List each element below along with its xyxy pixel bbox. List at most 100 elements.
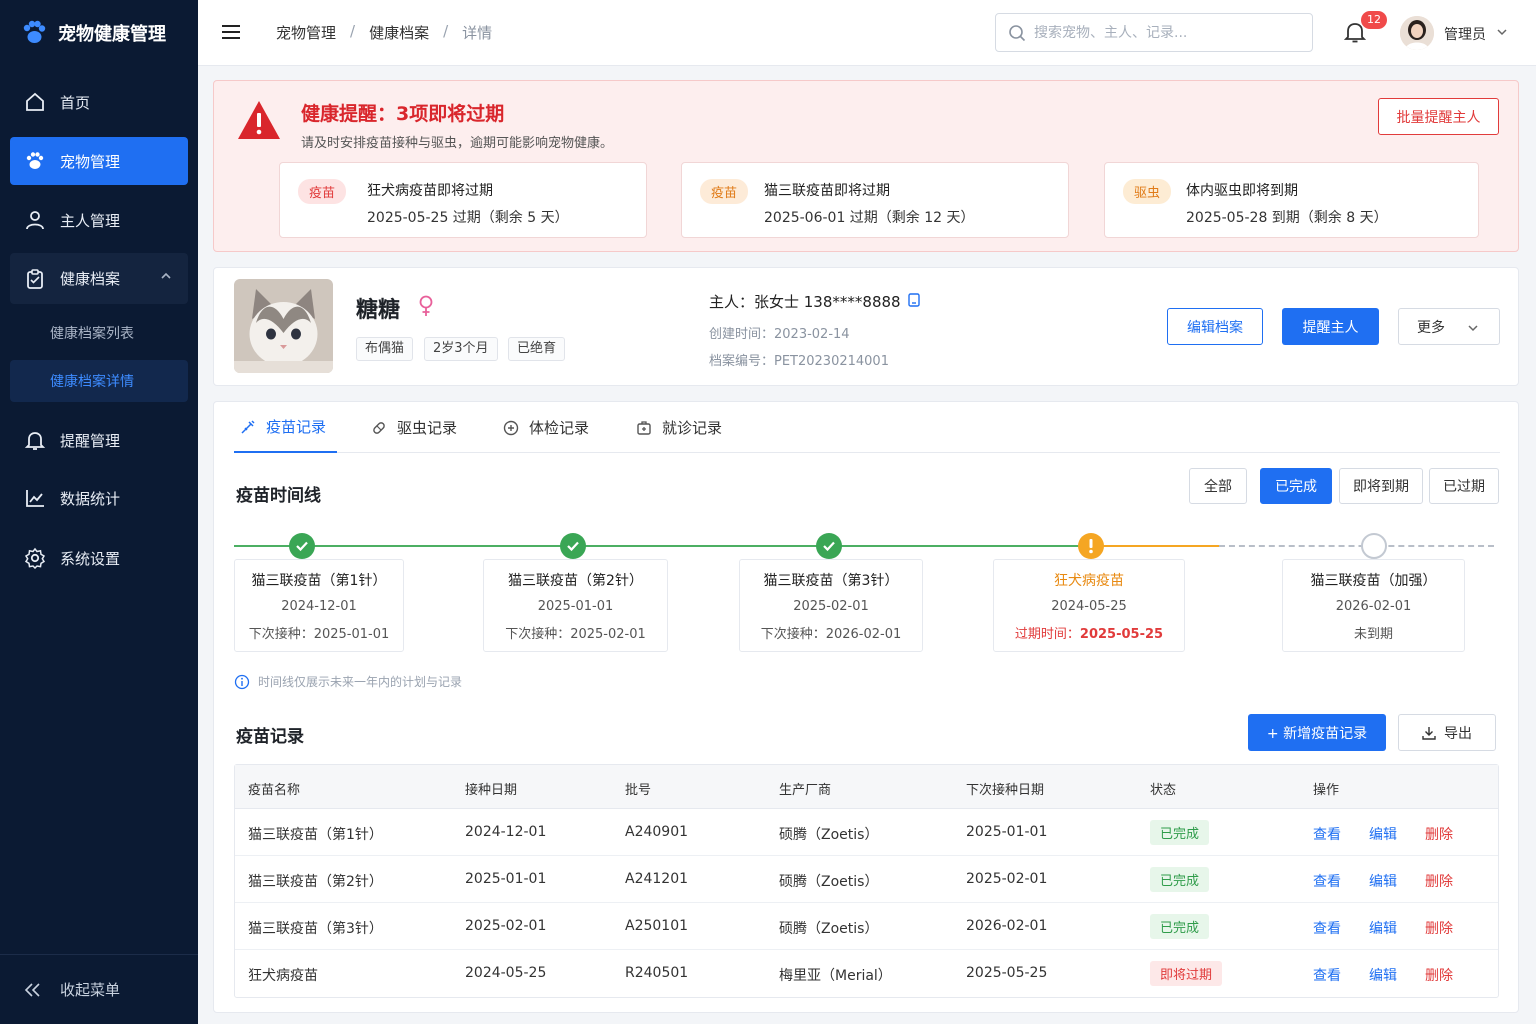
- export-button[interactable]: 导出: [1398, 714, 1496, 751]
- timeline-note: 时间线仅展示未来一年内的计划与记录: [234, 673, 462, 690]
- filter-completed[interactable]: 已完成: [1260, 468, 1332, 504]
- view-link[interactable]: 查看: [1313, 918, 1341, 938]
- alert-card[interactable]: 疫苗 狂犬病疫苗即将过期 2025-05-25 过期（剩余 5 天）: [279, 162, 647, 238]
- table-row: 猫三联疫苗（第1针） 2024-12-01 A240901 硕腾（Zoetis）…: [235, 809, 1498, 856]
- tab-label: 就诊记录: [662, 419, 723, 437]
- created-time: 创建时间：2023-02-14: [709, 327, 850, 342]
- edit-link[interactable]: 编辑: [1369, 871, 1397, 891]
- alert-card[interactable]: 疫苗 猫三联疫苗即将过期 2025-06-01 过期（剩余 12 天）: [681, 162, 1069, 238]
- search-box[interactable]: [995, 13, 1313, 52]
- cell-date: 2024-05-25: [465, 965, 547, 981]
- tab-checkup[interactable]: 体检记录: [503, 402, 589, 453]
- sidebar-item-pets[interactable]: 宠物管理: [10, 137, 188, 185]
- search-input[interactable]: [1034, 24, 1294, 41]
- tab-deworming[interactable]: 驱虫记录: [371, 402, 457, 453]
- bell-icon: [24, 429, 46, 451]
- column-header: 下次接种日期: [966, 783, 1045, 798]
- download-icon: [1422, 726, 1436, 740]
- view-link[interactable]: 查看: [1313, 871, 1341, 891]
- sidebar-subitem-label: 健康档案详情: [50, 374, 134, 390]
- delete-link[interactable]: 删除: [1425, 871, 1453, 891]
- more-button[interactable]: 更多: [1398, 308, 1500, 345]
- menu-toggle-icon[interactable]: [220, 22, 242, 42]
- filter-due-soon[interactable]: 即将到期: [1339, 468, 1423, 504]
- batch-remind-button[interactable]: 批量提醒主人: [1378, 98, 1499, 135]
- column-header: 状态: [1150, 783, 1177, 798]
- table-row: 猫三联疫苗（第3针） 2025-02-01 A250101 硕腾（Zoetis）…: [235, 903, 1498, 950]
- view-link[interactable]: 查看: [1313, 824, 1341, 844]
- chevron-down-icon: [1468, 325, 1478, 332]
- records-panel: 疫苗记录 驱虫记录 体检记录 就诊记录 疫苗时间线 全部 已完成 即将到期 已过…: [213, 401, 1519, 1013]
- sidebar-subitem-records-detail[interactable]: 健康档案详情: [10, 360, 188, 402]
- delete-link[interactable]: 删除: [1425, 918, 1453, 938]
- breadcrumb-item[interactable]: 宠物管理: [276, 22, 336, 43]
- delete-link[interactable]: 删除: [1425, 824, 1453, 844]
- collapse-label: 收起菜单: [60, 981, 121, 999]
- female-icon: [419, 295, 433, 316]
- sidebar-item-label: 提醒管理: [60, 431, 121, 450]
- breadcrumb-item[interactable]: 健康档案: [369, 22, 429, 43]
- cell-date: 2025-02-01: [465, 918, 547, 934]
- timeline-vaccine-name: 猫三联疫苗（加强）: [1310, 573, 1437, 589]
- chevron-down-icon[interactable]: [1496, 27, 1508, 37]
- medical-bag-icon: [637, 420, 651, 435]
- status-badge: 即将过期: [1150, 961, 1223, 986]
- avatar[interactable]: [1400, 16, 1434, 50]
- alert-title: 健康提醒：3项即将过期: [301, 103, 505, 125]
- edit-link[interactable]: 编辑: [1369, 965, 1397, 985]
- table-header: 疫苗名称 接种日期 批号 生产厂商 下次接种日期 状态 操作: [235, 765, 1498, 809]
- brand: 宠物健康管理: [0, 0, 198, 66]
- edit-link[interactable]: 编辑: [1369, 918, 1397, 938]
- alert-card[interactable]: 驱虫 体内驱虫即将到期 2025-05-28 到期（剩余 8 天）: [1104, 162, 1479, 238]
- health-check-icon: [503, 420, 519, 435]
- filter-expired[interactable]: 已过期: [1429, 468, 1499, 504]
- user-name[interactable]: 管理员: [1444, 24, 1486, 44]
- timeline-next: 下次接种：2025-01-01: [248, 627, 390, 642]
- tab-label: 驱虫记录: [397, 419, 458, 437]
- cell-batch: R240501: [625, 965, 689, 981]
- remind-owner-button[interactable]: 提醒主人: [1282, 308, 1379, 345]
- check-circle-icon: [289, 533, 315, 559]
- timeline-line-warning: [1094, 545, 1219, 547]
- timeline-card[interactable]: 猫三联疫苗（第1针） 2024-12-01 下次接种：2025-01-01: [234, 559, 404, 652]
- sidebar-item-reminders[interactable]: 提醒管理: [10, 416, 188, 464]
- clipboard-icon: [24, 268, 46, 290]
- sidebar-subitem-label: 健康档案列表: [50, 326, 134, 342]
- delete-link[interactable]: 删除: [1425, 965, 1453, 985]
- filter-all[interactable]: 全部: [1189, 468, 1247, 504]
- collapse-menu-button[interactable]: 收起菜单: [0, 954, 198, 1024]
- timeline-line-done: [234, 545, 1094, 547]
- sidebar-item-home[interactable]: 首页: [10, 78, 188, 126]
- add-vaccine-record-button[interactable]: + 新增疫苗记录: [1248, 714, 1386, 751]
- app-title: 宠物健康管理: [58, 24, 166, 45]
- phone-icon[interactable]: [908, 293, 920, 307]
- sidebar-item-label: 主人管理: [60, 211, 121, 230]
- expiry-label: 过期时间：: [1014, 627, 1080, 642]
- timeline-card[interactable]: 猫三联疫苗（加强） 2026-02-01 未到期: [1282, 559, 1465, 652]
- timeline-card[interactable]: 猫三联疫苗（第3针） 2025-02-01 下次接种：2026-02-01: [739, 559, 923, 652]
- topbar: 宠物管理 / 健康档案 / 详情 12 管理员: [198, 0, 1536, 66]
- cell-batch: A241201: [625, 871, 689, 887]
- sidebar-item-owners[interactable]: 主人管理: [10, 196, 188, 244]
- tab-vaccine[interactable]: 疫苗记录: [234, 402, 337, 453]
- timeline-card-expiring[interactable]: 狂犬病疫苗 2024-05-25 过期时间：2025-05-25: [993, 559, 1185, 652]
- sidebar-item-settings[interactable]: 系统设置: [10, 534, 188, 582]
- status-badge: 已完成: [1150, 867, 1210, 892]
- edit-record-button[interactable]: 编辑档案: [1167, 308, 1263, 345]
- sidebar-subitem-records-list[interactable]: 健康档案列表: [10, 312, 188, 354]
- timeline-card[interactable]: 猫三联疫苗（第2针） 2025-01-01 下次接种：2025-02-01: [483, 559, 668, 652]
- breadcrumb-separator: /: [443, 22, 449, 40]
- edit-link[interactable]: 编辑: [1369, 824, 1397, 844]
- vaccine-records-table: 疫苗名称 接种日期 批号 生产厂商 下次接种日期 状态 操作 猫三联疫苗（第1针…: [234, 764, 1499, 998]
- sidebar-item-statistics[interactable]: 数据统计: [10, 474, 188, 522]
- breadcrumb: 宠物管理 / 健康档案 / 详情: [276, 22, 492, 43]
- tab-visits[interactable]: 就诊记录: [636, 402, 722, 453]
- pet-age-tag: 2岁3个月: [424, 337, 498, 361]
- sidebar: 宠物健康管理 首页 宠物管理 主人管理 健康档案 健康档案列表 健康档案详情 提…: [0, 0, 198, 1024]
- timeline-vaccine-name: 猫三联疫苗（第3针）: [763, 573, 899, 589]
- sidebar-item-health-records[interactable]: 健康档案: [10, 253, 188, 304]
- alert-tag: 疫苗: [700, 179, 749, 204]
- timeline-vaccine-name: 猫三联疫苗（第2针）: [508, 573, 643, 589]
- cell-name: 猫三联疫苗（第3针）: [248, 921, 383, 937]
- view-link[interactable]: 查看: [1313, 965, 1341, 985]
